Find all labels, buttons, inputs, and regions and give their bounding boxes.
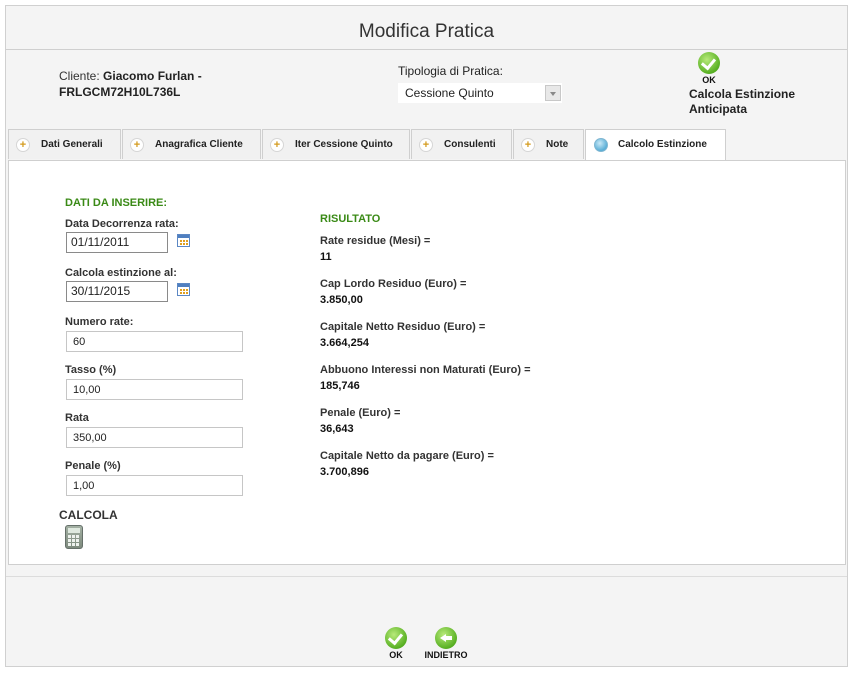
capitale-netto-pagare-value: 3.700,896 [320,466,369,478]
arrow-left-icon[interactable] [435,627,457,649]
ok-caption: OK [389,650,403,660]
calculator-icon[interactable] [65,525,83,549]
calcola-al-label: Calcola estinzione al: [65,267,177,279]
cap-lordo-residuo-label: Cap Lordo Residuo (Euro) = [320,278,467,290]
client-info: Cliente: Giacomo Furlan - FRLGCM72H10L73… [59,68,202,100]
checkmark-icon[interactable] [698,52,720,74]
calcola-estinzione-line1: Calcola Estinzione [689,87,796,101]
chevron-down-icon[interactable] [545,85,561,101]
calcola-estinzione-ok-button[interactable]: OK [698,52,720,85]
plus-icon: + [419,138,433,152]
risultato-title: RISULTATO [320,213,381,225]
checkmark-icon[interactable] [385,627,407,649]
calcola-label: CALCOLA [59,508,118,522]
numero-rate-label: Numero rate: [65,316,134,328]
tipologia-select[interactable]: Cessione Quinto [398,83,562,103]
footer-divider [6,576,847,577]
tab-panel-calcolo-estinzione: DATI DA INSERIRE: Data Decorrenza rata: … [8,160,846,565]
numero-rate-input[interactable]: 60 [66,331,243,352]
plus-icon: + [130,138,144,152]
penale-euro-label: Penale (Euro) = [320,407,401,419]
plus-icon: + [16,138,30,152]
tab-iter-cessione-quinto[interactable]: + Iter Cessione Quinto [262,129,410,159]
rate-residue-value: 11 [320,251,332,263]
calendar-icon[interactable] [177,234,190,247]
tab-label: Dati Generali [41,139,103,150]
tab-label: Iter Cessione Quinto [295,139,393,150]
calendar-icon[interactable] [177,283,190,296]
dati-da-inserire-title: DATI DA INSERIRE: [65,197,168,209]
tasso-label: Tasso (%) [65,364,117,376]
tipologia-group: Tipologia di Pratica: Cessione Quinto [398,64,562,103]
tab-consulenti[interactable]: + Consulenti [411,129,512,159]
plus-icon: + [521,138,535,152]
tab-anagrafica-cliente[interactable]: + Anagrafica Cliente [122,129,261,159]
calcola-estinzione-line2: Anticipata [689,102,748,116]
tasso-input[interactable]: 10,00 [66,379,243,400]
calcola-al-input[interactable]: 30/11/2015 [66,281,168,302]
cap-lordo-residuo-value: 3.850,00 [320,294,363,306]
tab-label: Anagrafica Cliente [155,139,243,150]
circle-icon [594,138,608,152]
indietro-button[interactable]: INDIETRO [424,627,468,660]
tipologia-label: Tipologia di Pratica: [398,64,503,78]
rate-residue-label: Rate residue (Mesi) = [320,235,431,247]
data-decorrenza-label: Data Decorrenza rata: [65,218,179,230]
tab-label: Consulenti [444,139,496,150]
client-label: Cliente: [59,69,100,83]
calcola-estinzione-label: Calcola Estinzione Anticipata [689,87,795,117]
data-decorrenza-input[interactable]: 01/11/2011 [66,232,168,253]
capitale-netto-pagare-label: Capitale Netto da pagare (Euro) = [320,450,494,462]
main-frame: Modifica Pratica Cliente: Giacomo Furlan… [5,5,848,667]
tab-label: Calcolo Estinzione [618,139,707,150]
top-ok-caption: OK [702,75,716,85]
calculator-screen [68,528,80,533]
penale-euro-value: 36,643 [320,423,354,435]
page-title: Modifica Pratica [358,21,495,42]
rata-label: Rata [65,412,89,424]
client-code: FRLGCM72H10L736L [59,85,181,99]
title-divider [6,49,847,50]
calculator-keys [68,535,71,538]
tab-calcolo-estinzione[interactable]: Calcolo Estinzione [585,129,726,161]
penale-input[interactable]: 1,00 [66,475,243,496]
tab-dati-generali[interactable]: + Dati Generali [8,129,121,159]
tab-label: Note [546,139,569,150]
capitale-netto-residuo-label: Capitale Netto Residuo (Euro) = [320,321,486,333]
indietro-caption: INDIETRO [424,650,468,660]
penale-label: Penale (%) [65,460,121,472]
abbuono-interessi-value: 185,746 [320,380,360,392]
abbuono-interessi-label: Abbuono Interessi non Maturati (Euro) = [320,364,531,376]
rata-input[interactable]: 350,00 [66,427,243,448]
client-name: Giacomo Furlan - [103,69,202,83]
ok-button[interactable]: OK [385,627,407,660]
capitale-netto-residuo-value: 3.664,254 [320,337,369,349]
tab-note[interactable]: + Note [513,129,584,159]
tipologia-selected-value: Cessione Quinto [405,86,494,100]
plus-icon: + [270,138,284,152]
